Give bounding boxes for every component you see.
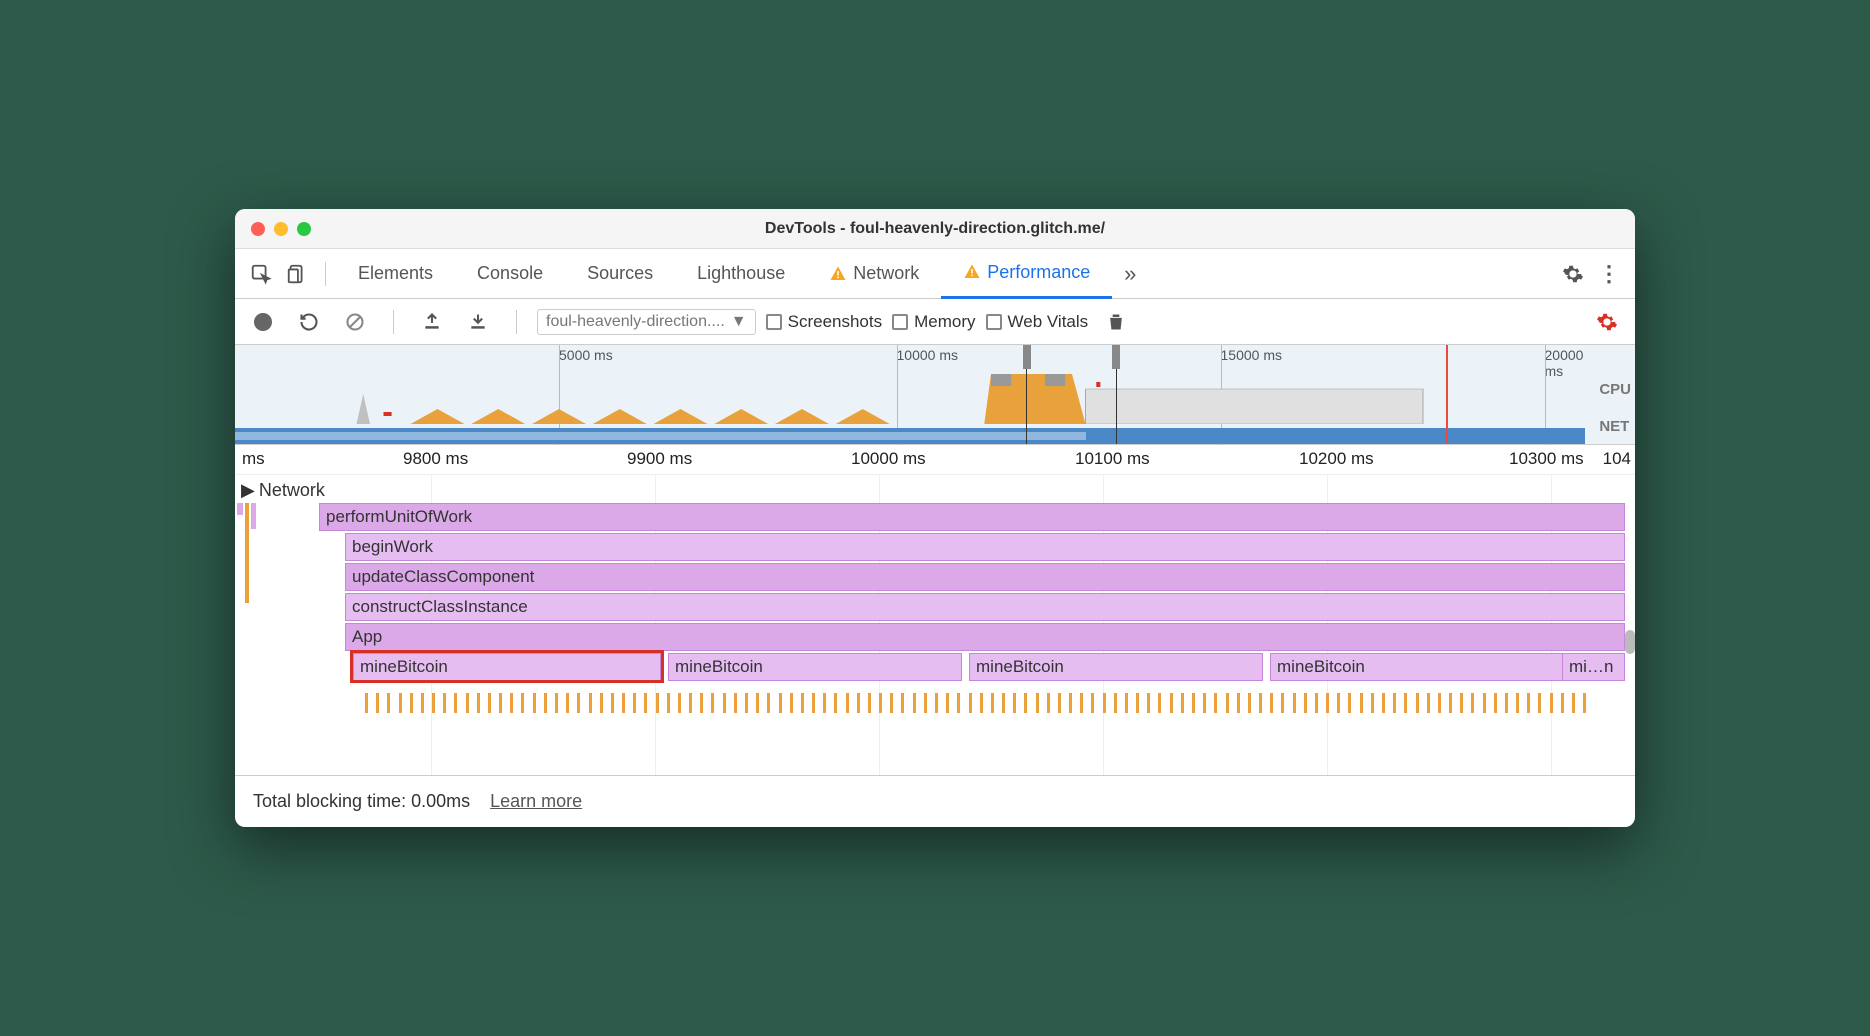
titlebar: DevTools - foul-heavenly-direction.glitc… [235, 209, 1635, 249]
tab-performance[interactable]: Performance [941, 249, 1112, 299]
tbt-value: Total blocking time: 0.00ms [253, 791, 470, 811]
ruler-tick: 10200 ms [1299, 449, 1374, 469]
left-edge-strips [235, 503, 245, 763]
delete-profile-icon[interactable] [1098, 304, 1134, 340]
tab-performance-label: Performance [987, 262, 1090, 283]
chevron-down-icon: ▼ [731, 313, 747, 331]
selection-handle-left[interactable] [1023, 345, 1031, 369]
ruler-tick: ms [242, 449, 265, 469]
highlight-box [350, 650, 664, 683]
flame-bar-minebitcoin[interactable]: mineBitcoin [1270, 653, 1564, 681]
save-profile-icon[interactable] [460, 304, 496, 340]
record-button[interactable] [245, 304, 281, 340]
network-section-header[interactable]: ▶ Network [239, 479, 331, 502]
tab-network[interactable]: Network [807, 249, 941, 299]
performance-toolbar: foul-heavenly-direction.... ▼ Screenshot… [235, 299, 1635, 345]
checkbox-icon [892, 314, 908, 330]
tab-elements[interactable]: Elements [336, 249, 455, 299]
selection-handle-right[interactable] [1112, 345, 1120, 369]
web-vitals-checkbox[interactable]: Web Vitals [986, 312, 1089, 332]
divider [325, 262, 326, 286]
overview-tick: 5000 ms [559, 347, 613, 363]
overview-row-labels: CPU NET [1599, 381, 1631, 435]
flame-bar[interactable]: performUnitOfWork [319, 503, 1625, 531]
overview-tick: 15000 ms [1221, 347, 1282, 363]
warning-icon [963, 263, 981, 281]
network-label: Network [259, 480, 325, 501]
traffic-lights [235, 222, 311, 236]
divider [393, 310, 394, 334]
net-overview [235, 428, 1585, 444]
memory-checkbox[interactable]: Memory [892, 312, 975, 332]
tab-lighthouse[interactable]: Lighthouse [675, 249, 807, 299]
web-vitals-label: Web Vitals [1008, 312, 1089, 332]
ruler-tick: 10100 ms [1075, 449, 1150, 469]
flame-bar[interactable]: beginWork [345, 533, 1625, 561]
checkbox-icon [986, 314, 1002, 330]
load-profile-icon[interactable] [414, 304, 450, 340]
checkbox-icon [766, 314, 782, 330]
flame-micro-tasks [365, 687, 1635, 713]
timeline-ruler[interactable]: ms 9800 ms 9900 ms 10000 ms 10100 ms 102… [235, 445, 1635, 475]
profile-select-value: foul-heavenly-direction.... [546, 313, 725, 331]
capture-settings-gear-icon[interactable] [1589, 304, 1625, 340]
flame-chart[interactable]: ▶ Network performUnitOfWork beginWork up… [235, 475, 1635, 775]
ruler-tick: 104 [1603, 449, 1631, 469]
scrollbar-thumb[interactable] [1625, 630, 1635, 654]
inspect-element-icon[interactable] [243, 256, 279, 292]
chevron-right-icon: ▶ [241, 480, 255, 501]
flame-bar[interactable]: constructClassInstance [345, 593, 1625, 621]
minimize-window-button[interactable] [274, 222, 288, 236]
profile-select[interactable]: foul-heavenly-direction.... ▼ [537, 309, 756, 335]
flame-bar[interactable]: updateClassComponent [345, 563, 1625, 591]
tab-console[interactable]: Console [455, 249, 565, 299]
flame-bar-minebitcoin[interactable]: mineBitcoin [668, 653, 962, 681]
cpu-label: CPU [1599, 381, 1631, 398]
kebab-menu-icon[interactable]: ⋮ [1591, 256, 1627, 292]
overview-selection[interactable] [1026, 345, 1117, 444]
overview-timeline[interactable]: 5000 ms 10000 ms 15000 ms 20000 ms [235, 345, 1635, 445]
screenshots-checkbox[interactable]: Screenshots [766, 312, 883, 332]
screenshots-label: Screenshots [788, 312, 883, 332]
flame-bar-minebitcoin[interactable]: mi…n [1562, 653, 1625, 681]
settings-gear-icon[interactable] [1555, 256, 1591, 292]
ruler-tick: 10000 ms [851, 449, 926, 469]
ruler-tick: 9800 ms [403, 449, 468, 469]
cpu-overview [235, 374, 1585, 424]
tab-sources[interactable]: Sources [565, 249, 675, 299]
flame-bar-minebitcoin[interactable]: mineBitcoin [969, 653, 1263, 681]
overview-tick: 10000 ms [897, 347, 958, 363]
ruler-tick: 10300 ms [1509, 449, 1584, 469]
more-tabs-icon[interactable]: » [1112, 256, 1148, 292]
memory-label: Memory [914, 312, 975, 332]
devtools-window: DevTools - foul-heavenly-direction.glitc… [235, 209, 1635, 827]
maximize-window-button[interactable] [297, 222, 311, 236]
main-tabs: Elements Console Sources Lighthouse Netw… [235, 249, 1635, 299]
marker-line [1446, 345, 1448, 444]
divider [516, 310, 517, 334]
flame-bar[interactable]: App [345, 623, 1625, 651]
net-label: NET [1599, 418, 1631, 435]
window-title: DevTools - foul-heavenly-direction.glitc… [235, 220, 1635, 238]
tab-network-label: Network [853, 263, 919, 284]
close-window-button[interactable] [251, 222, 265, 236]
footer-bar: Total blocking time: 0.00ms Learn more [235, 775, 1635, 827]
reload-button[interactable] [291, 304, 327, 340]
clear-button[interactable] [337, 304, 373, 340]
learn-more-link[interactable]: Learn more [490, 791, 582, 811]
device-toggle-icon[interactable] [279, 256, 315, 292]
ruler-tick: 9900 ms [627, 449, 692, 469]
warning-icon [829, 265, 847, 283]
